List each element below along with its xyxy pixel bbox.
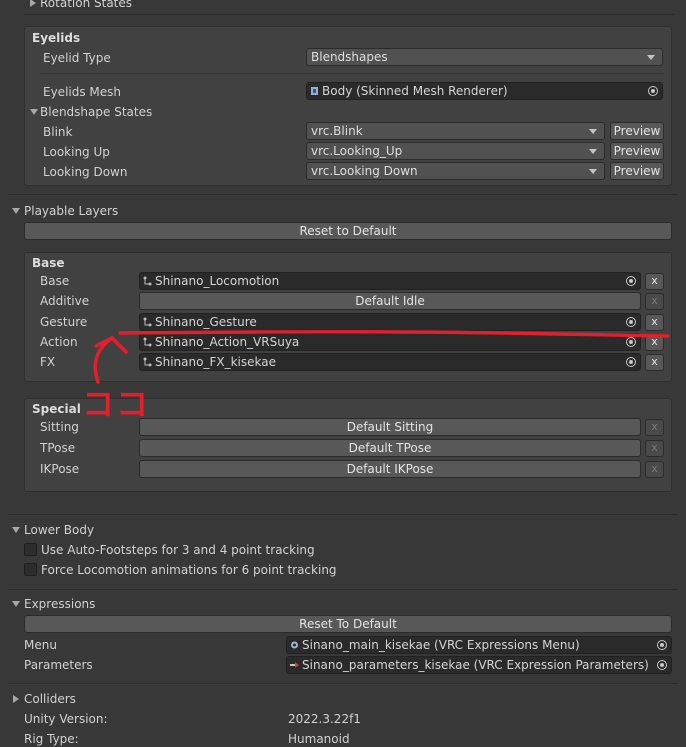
rig-type-label: Rig Type: [24, 732, 79, 746]
object-picker-icon[interactable] [657, 640, 667, 650]
foldout-down-icon [12, 601, 20, 607]
colliders-foldout[interactable]: Colliders [10, 691, 310, 707]
lower-body-title: Lower Body [24, 523, 95, 537]
unity-version-value: 2022.3.22f1 [288, 712, 361, 726]
annotation-underline [118, 330, 670, 338]
foldout-down-icon [12, 527, 20, 533]
unity-version-label: Unity Version: [24, 712, 108, 726]
colliders-title: Colliders [24, 692, 76, 706]
expressions-reset-button[interactable]: Reset To Default [24, 615, 672, 633]
auto-footsteps-checkbox[interactable] [24, 543, 37, 556]
expressions-foldout[interactable]: Expressions [10, 596, 310, 612]
annotation-text: ココ [82, 385, 151, 423]
expressions-menu-label: Menu [24, 638, 57, 652]
expression-parameters-icon [290, 662, 299, 668]
divider [8, 514, 678, 515]
expressions-menu-value: Sinano_main_kisekae (VRC Expressions Men… [302, 638, 580, 652]
expressions-title: Expressions [24, 597, 96, 611]
expressions-menu-field[interactable]: Sinano_main_kisekae (VRC Expressions Men… [286, 636, 672, 654]
foldout-right-icon [13, 695, 19, 703]
rig-type-value: Humanoid [288, 732, 350, 746]
annotation-arrow-icon [93, 336, 128, 384]
lower-body-foldout[interactable]: Lower Body [10, 522, 310, 538]
force-locomotion-checkbox[interactable] [24, 563, 37, 576]
force-locomotion-label: Force Locomotion animations for 6 point … [41, 563, 337, 577]
expressions-params-value: Sinano_parameters_kisekae (VRC Expressio… [302, 658, 649, 672]
expressions-menu-icon [291, 641, 298, 649]
expressions-params-field[interactable]: Sinano_parameters_kisekae (VRC Expressio… [286, 656, 672, 674]
expressions-params-label: Parameters [24, 658, 93, 672]
auto-footsteps-label: Use Auto-Footsteps for 3 and 4 point tra… [41, 543, 315, 557]
divider [8, 683, 678, 684]
divider [8, 589, 678, 590]
object-picker-icon[interactable] [657, 660, 667, 670]
